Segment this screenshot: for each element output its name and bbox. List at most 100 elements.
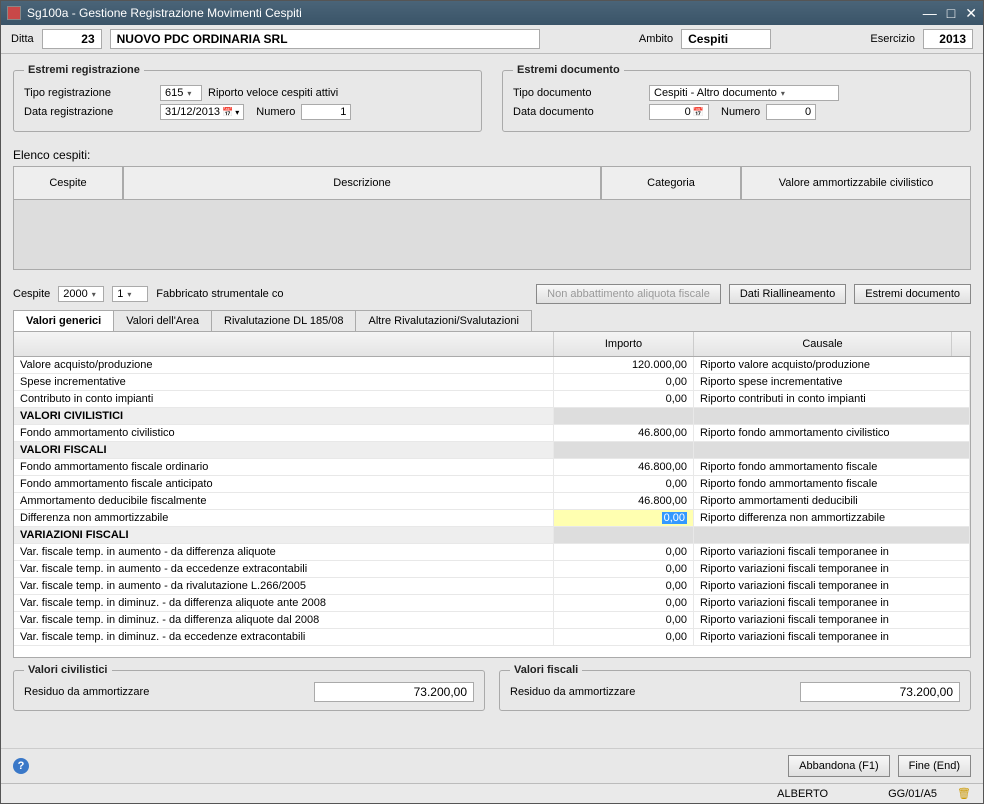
grid-cell-causale[interactable]: Riporto fondo ammortamento fiscale bbox=[694, 476, 970, 492]
tipo-registrazione-select[interactable]: 615 bbox=[160, 85, 202, 101]
valori-fiscali-legend: Valori fiscali bbox=[510, 664, 582, 676]
dati-riallineamento-button[interactable]: Dati Riallineamento bbox=[729, 284, 846, 304]
fine-button[interactable]: Fine (End) bbox=[898, 755, 971, 777]
table-row[interactable]: Spese incrementative0,00Riporto spese in… bbox=[14, 374, 970, 391]
grid-cell-desc: Var. fiscale temp. in aumento - da diffe… bbox=[14, 544, 554, 560]
grid-cell-causale[interactable]: Riporto ammortamenti deducibili bbox=[694, 493, 970, 509]
table-row[interactable]: Var. fiscale temp. in aumento - da diffe… bbox=[14, 544, 970, 561]
valori-grid: Importo Causale Valore acquisto/produzio… bbox=[13, 331, 971, 658]
statusbar-user: ALBERTO bbox=[777, 788, 828, 800]
tab-valori-area[interactable]: Valori dell'Area bbox=[113, 310, 212, 331]
grid-cell-causale[interactable]: Riporto fondo ammortamento civilistico bbox=[694, 425, 970, 441]
table-row[interactable]: Valore acquisto/produzione120.000,00Ripo… bbox=[14, 357, 970, 374]
table-row[interactable]: Differenza non ammortizzabile0,00Riporto… bbox=[14, 510, 970, 527]
cespite-seq-select[interactable]: 1 bbox=[112, 286, 148, 302]
estremi-documento-button[interactable]: Estremi documento bbox=[854, 284, 971, 304]
numero-doc-input[interactable]: 0 bbox=[766, 104, 816, 120]
maximize-icon[interactable]: □ bbox=[947, 5, 955, 22]
tab-rivalutazione[interactable]: Rivalutazione DL 185/08 bbox=[211, 310, 356, 331]
tab-altre-rivalutazioni[interactable]: Altre Rivalutazioni/Svalutazioni bbox=[355, 310, 531, 331]
grid-cell-desc: Valore acquisto/produzione bbox=[14, 357, 554, 373]
calendar-icon[interactable] bbox=[691, 106, 704, 118]
table-row[interactable]: Var. fiscale temp. in diminuz. - da diff… bbox=[14, 595, 970, 612]
elenco-cespiti-body[interactable] bbox=[13, 200, 971, 270]
numero-reg-input[interactable]: 1 bbox=[301, 104, 351, 120]
data-documento-input[interactable]: 0 bbox=[649, 104, 709, 120]
grid-cell-causale[interactable]: Riporto spese incrementative bbox=[694, 374, 970, 390]
grid-cell-desc: Contributo in conto impianti bbox=[14, 391, 554, 407]
app-window: Sg100a - Gestione Registrazione Moviment… bbox=[0, 0, 984, 804]
table-row[interactable]: Ammortamento deducibile fiscalmente46.80… bbox=[14, 493, 970, 510]
grid-cell-importo[interactable]: 46.800,00 bbox=[554, 459, 694, 475]
grid-cell-importo[interactable]: 0,00 bbox=[554, 561, 694, 577]
grid-cell-causale[interactable]: Riporto variazioni fiscali temporanee in bbox=[694, 595, 970, 611]
grid-cell-importo[interactable] bbox=[554, 442, 694, 458]
esercizio-label: Esercizio bbox=[870, 33, 915, 45]
table-row[interactable]: VALORI CIVILISTICI bbox=[14, 408, 970, 425]
data-registrazione-input[interactable]: 31/12/2013▾ bbox=[160, 104, 244, 120]
table-row[interactable]: Var. fiscale temp. in aumento - da ecced… bbox=[14, 561, 970, 578]
table-row[interactable]: Fondo ammortamento civilistico46.800,00R… bbox=[14, 425, 970, 442]
grid-cell-importo[interactable]: 0,00 bbox=[554, 476, 694, 492]
close-icon[interactable]: ✕ bbox=[965, 5, 977, 22]
grid-cell-causale[interactable]: Riporto variazioni fiscali temporanee in bbox=[694, 544, 970, 560]
table-row[interactable]: Var. fiscale temp. in aumento - da rival… bbox=[14, 578, 970, 595]
tipo-documento-select[interactable]: Cespiti - Altro documento bbox=[649, 85, 839, 101]
grid-cell-causale[interactable] bbox=[694, 527, 970, 543]
table-row[interactable]: VALORI FISCALI bbox=[14, 442, 970, 459]
grid-cell-causale[interactable]: Riporto variazioni fiscali temporanee in bbox=[694, 578, 970, 594]
grid-cell-desc: Differenza non ammortizzabile bbox=[14, 510, 554, 526]
grid-col-desc bbox=[14, 332, 554, 356]
cespite-code-select[interactable]: 2000 bbox=[58, 286, 104, 302]
grid-cell-importo[interactable]: 46.800,00 bbox=[554, 425, 694, 441]
tab-valori-generici[interactable]: Valori generici bbox=[13, 310, 114, 331]
grid-cell-causale[interactable]: Riporto variazioni fiscali temporanee in bbox=[694, 629, 970, 645]
help-icon[interactable]: ? bbox=[13, 758, 29, 774]
ambito-value: Cespiti bbox=[681, 29, 771, 49]
elenco-col-cespite: Cespite bbox=[13, 166, 123, 200]
grid-cell-importo[interactable]: 0,00 bbox=[554, 391, 694, 407]
grid-cell-importo[interactable] bbox=[554, 527, 694, 543]
cespite-row: Cespite 2000 1 Fabbricato strumentale co… bbox=[13, 284, 971, 304]
table-row[interactable]: Fondo ammortamento fiscale ordinario46.8… bbox=[14, 459, 970, 476]
grid-body[interactable]: Valore acquisto/produzione120.000,00Ripo… bbox=[14, 357, 970, 657]
grid-cell-desc: Var. fiscale temp. in aumento - da ecced… bbox=[14, 561, 554, 577]
titlebar: Sg100a - Gestione Registrazione Moviment… bbox=[1, 1, 983, 25]
grid-cell-causale[interactable]: Riporto differenza non ammortizzabile bbox=[694, 510, 970, 526]
grid-cell-importo[interactable]: 0,00 bbox=[554, 374, 694, 390]
grid-cell-desc: VALORI CIVILISTICI bbox=[14, 408, 554, 424]
grid-cell-importo[interactable]: 0,00 bbox=[554, 612, 694, 628]
table-row[interactable]: Contributo in conto impianti0,00Riporto … bbox=[14, 391, 970, 408]
elenco-cespiti-header: Cespite Descrizione Categoria Valore amm… bbox=[13, 166, 971, 200]
table-row[interactable]: Var. fiscale temp. in diminuz. - da diff… bbox=[14, 612, 970, 629]
grid-cell-importo[interactable] bbox=[554, 408, 694, 424]
valori-civilistici-group: Valori civilistici Residuo da ammortizza… bbox=[13, 664, 485, 711]
grid-cell-importo[interactable]: 0,00 bbox=[554, 510, 694, 526]
trash-icon[interactable]: 🗑 bbox=[957, 787, 971, 800]
minimize-icon[interactable]: — bbox=[923, 5, 937, 22]
grid-cell-causale[interactable]: Riporto fondo ammortamento fiscale bbox=[694, 459, 970, 475]
grid-cell-causale[interactable]: Riporto variazioni fiscali temporanee in bbox=[694, 561, 970, 577]
grid-cell-desc: Var. fiscale temp. in diminuz. - da ecce… bbox=[14, 629, 554, 645]
header-bar: Ditta 23 NUOVO PDC ORDINARIA SRL Ambito … bbox=[1, 25, 983, 54]
table-row[interactable]: Fondo ammortamento fiscale anticipato0,0… bbox=[14, 476, 970, 493]
table-row[interactable]: Var. fiscale temp. in diminuz. - da ecce… bbox=[14, 629, 970, 646]
grid-cell-causale[interactable]: Riporto contributi in conto impianti bbox=[694, 391, 970, 407]
tipo-registrazione-label: Tipo registrazione bbox=[24, 87, 154, 99]
grid-cell-importo[interactable]: 0,00 bbox=[554, 595, 694, 611]
grid-cell-causale[interactable] bbox=[694, 442, 970, 458]
grid-cell-causale[interactable]: Riporto variazioni fiscali temporanee in bbox=[694, 612, 970, 628]
window-title: Sg100a - Gestione Registrazione Moviment… bbox=[27, 6, 923, 20]
grid-cell-importo[interactable]: 120.000,00 bbox=[554, 357, 694, 373]
grid-cell-causale[interactable]: Riporto valore acquisto/produzione bbox=[694, 357, 970, 373]
calendar-icon[interactable] bbox=[220, 106, 233, 118]
elenco-col-categoria: Categoria bbox=[601, 166, 741, 200]
cespite-label: Cespite bbox=[13, 288, 50, 300]
grid-cell-importo[interactable]: 0,00 bbox=[554, 578, 694, 594]
grid-cell-importo[interactable]: 46.800,00 bbox=[554, 493, 694, 509]
grid-cell-importo[interactable]: 0,00 bbox=[554, 544, 694, 560]
grid-cell-causale[interactable] bbox=[694, 408, 970, 424]
abbandona-button[interactable]: Abbandona (F1) bbox=[788, 755, 890, 777]
grid-cell-importo[interactable]: 0,00 bbox=[554, 629, 694, 645]
table-row[interactable]: VARIAZIONI FISCALI bbox=[14, 527, 970, 544]
